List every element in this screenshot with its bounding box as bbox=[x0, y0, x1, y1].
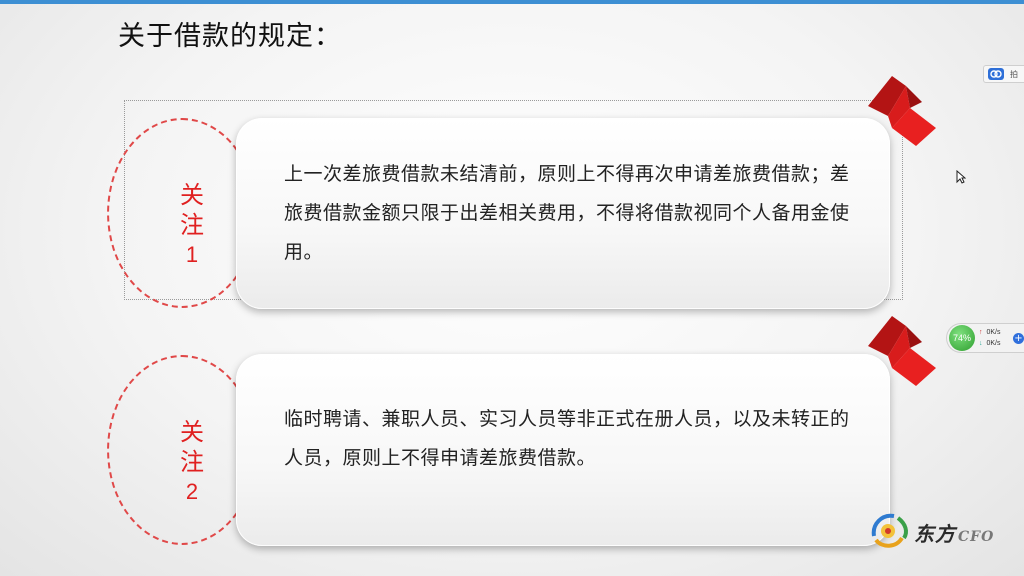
side-tool-label: 拍 bbox=[1010, 69, 1018, 79]
net-usage-percent: 74% bbox=[949, 325, 975, 351]
logo-emblem-icon bbox=[871, 513, 908, 548]
note-2-label-text: 关注 bbox=[180, 418, 204, 476]
window-top-bar bbox=[0, 0, 1024, 4]
net-download-speed: 0K/s bbox=[986, 340, 1001, 347]
net-upload-row: ↑ 0K/s bbox=[979, 329, 1001, 336]
logo-name: 东方 bbox=[914, 522, 956, 546]
ribbon-icon bbox=[868, 76, 936, 146]
arrow-down-icon: ↓ bbox=[979, 340, 983, 347]
plus-icon[interactable]: + bbox=[1013, 333, 1024, 344]
cloud-icon bbox=[988, 68, 1004, 80]
note-2-label: 关注 2 bbox=[177, 417, 207, 506]
cursor-icon bbox=[956, 170, 966, 184]
net-download-row: ↓ 0K/s bbox=[979, 340, 1001, 347]
note-1-label: 关注 1 bbox=[177, 180, 207, 269]
logo-suffix: CFO bbox=[958, 529, 995, 545]
note-2-number: 2 bbox=[185, 479, 199, 504]
logo-text: 东方 CFO bbox=[914, 518, 994, 547]
note-1-label-text: 关注 bbox=[180, 181, 204, 239]
side-tool-button[interactable]: 拍 bbox=[983, 65, 1024, 83]
arrow-up-icon: ↑ bbox=[979, 329, 983, 336]
note-2-card[interactable]: 临时聘请、兼职人员、实习人员等非正式在册人员，以及未转正的人员，原则上不得申请差… bbox=[236, 354, 890, 546]
ribbon-icon bbox=[868, 316, 936, 386]
network-speed-widget[interactable]: 74% ↑ 0K/s ↓ 0K/s + bbox=[946, 323, 1024, 353]
brand-logo: 东方 CFO bbox=[868, 510, 1018, 550]
note-1-card[interactable]: 上一次差旅费借款未结清前，原则上不得再次申请差旅费借款；差旅费借款金额只限于出差… bbox=[236, 118, 890, 309]
slide-title: 关于借款的规定： bbox=[118, 21, 342, 52]
net-upload-speed: 0K/s bbox=[986, 329, 1001, 336]
note-1-text: 上一次差旅费借款未结清前，原则上不得再次申请差旅费借款；差旅费借款金额只限于出差… bbox=[284, 163, 850, 263]
note-1-number: 1 bbox=[185, 242, 199, 267]
note-2-text: 临时聘请、兼职人员、实习人员等非正式在册人员，以及未转正的人员，原则上不得申请差… bbox=[284, 408, 850, 469]
